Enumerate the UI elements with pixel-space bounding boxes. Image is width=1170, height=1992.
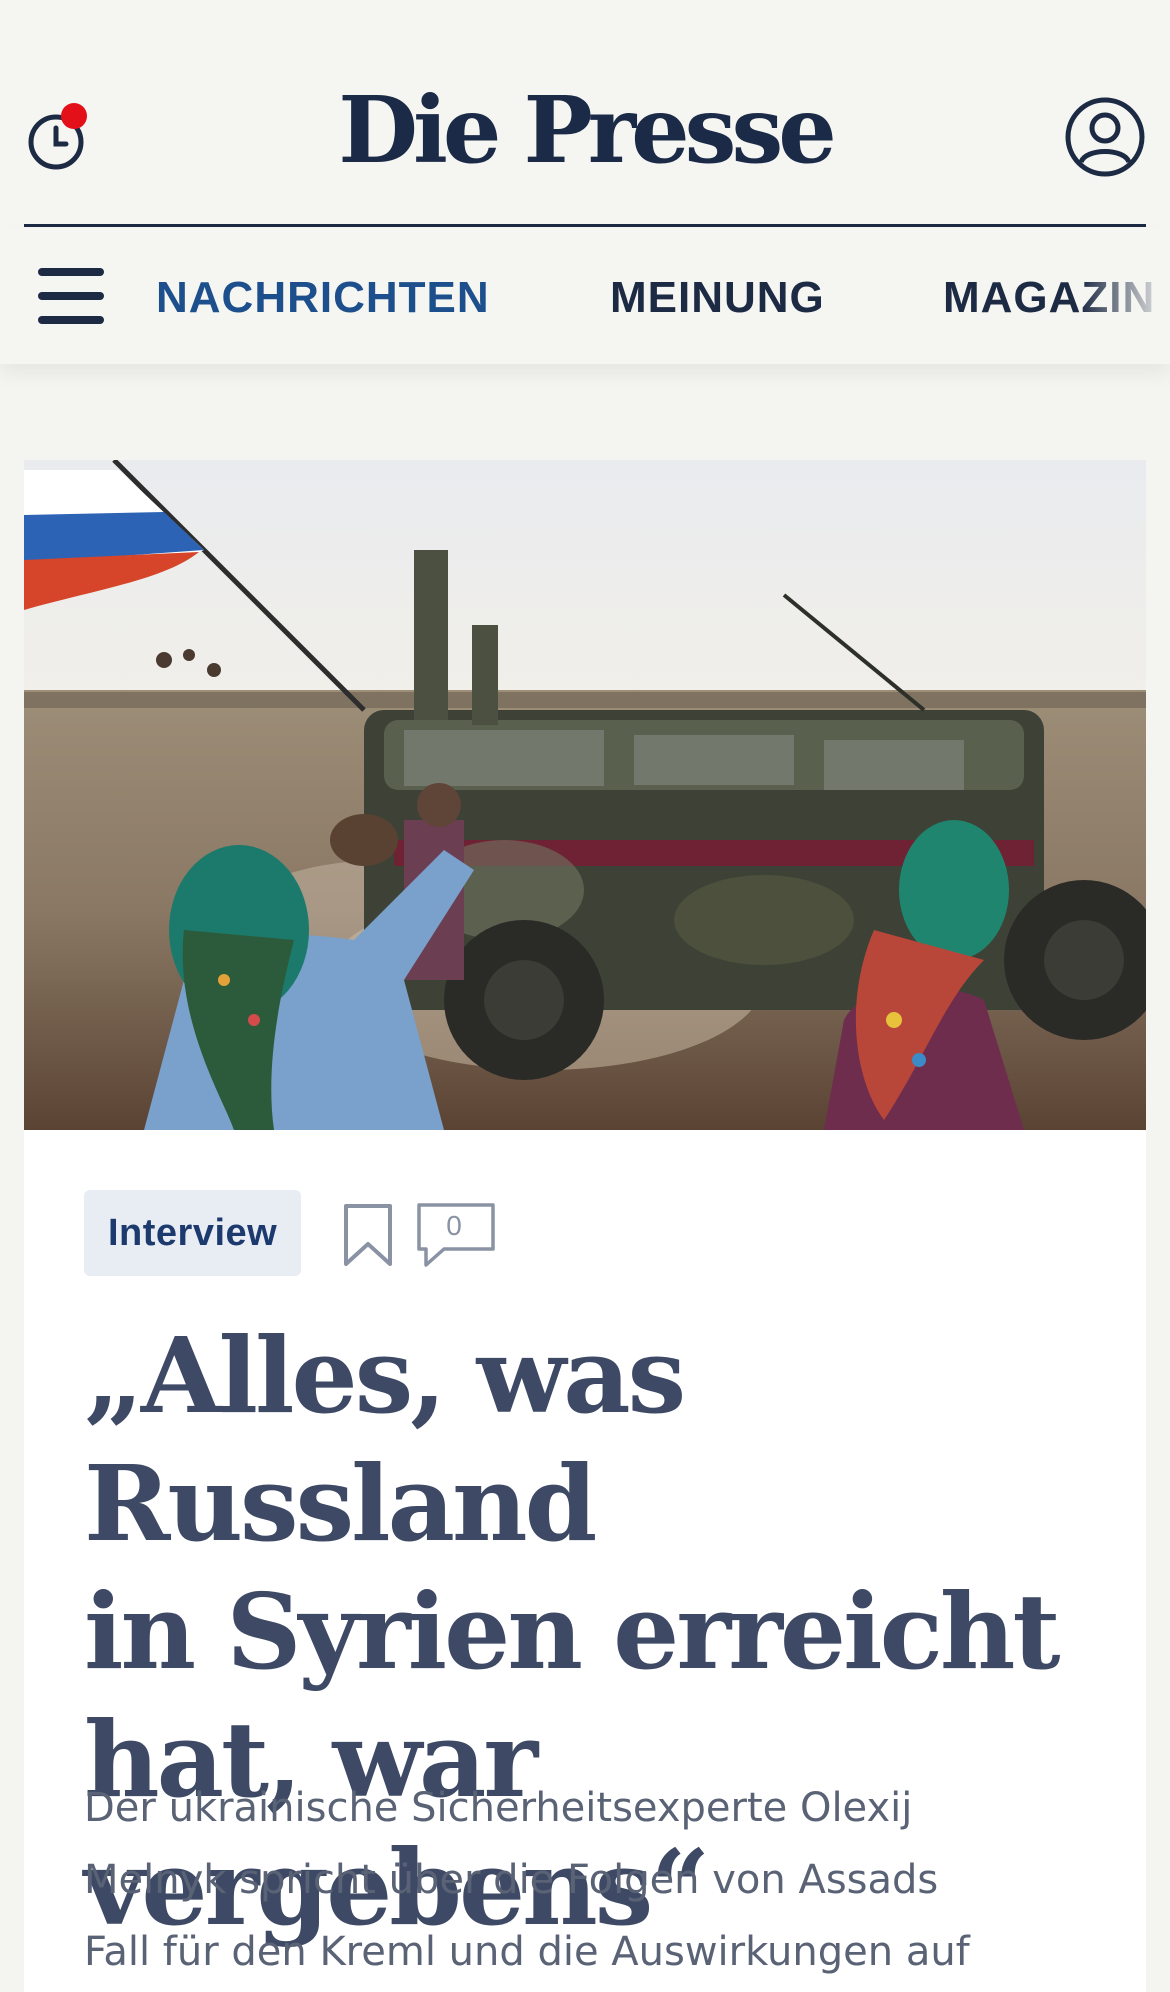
nav-item-meinung[interactable]: MEINUNG bbox=[610, 272, 825, 324]
account-button[interactable] bbox=[1064, 96, 1146, 178]
bookmark-icon bbox=[344, 1204, 392, 1266]
header-divider bbox=[24, 224, 1146, 227]
nav-item-nachrichten[interactable]: NACHRICHTEN bbox=[156, 272, 490, 324]
site-logo[interactable]: Die Presse bbox=[0, 80, 1170, 180]
hamburger-menu-icon[interactable] bbox=[38, 268, 106, 324]
article-teaser[interactable]: Interview 0 „Alles, was Russland in Syri… bbox=[24, 460, 1146, 1992]
category-tag[interactable]: Interview bbox=[84, 1190, 302, 1276]
comment-count: 0 bbox=[446, 1210, 462, 1241]
user-account-icon bbox=[1065, 97, 1145, 177]
headline-line: in Syrien erreicht bbox=[84, 1570, 1061, 1693]
lead-line: Der ukrainische Sicherheitsexperte Olexi… bbox=[84, 1785, 913, 1831]
lead-line: Fall für den Kreml und die Auswirkungen … bbox=[84, 1929, 970, 1975]
headline-line: „Alles, was Russland bbox=[84, 1314, 686, 1565]
lead-line: Melnyk spricht über die Folgen von Assad… bbox=[84, 1857, 939, 1903]
hero-photo[interactable] bbox=[24, 460, 1146, 1130]
main-navigation: NACHRICHTEN MEINUNG MAGAZIN bbox=[0, 228, 1170, 364]
nav-scroll-fade bbox=[1080, 228, 1170, 364]
comments-button[interactable]: 0 bbox=[416, 1202, 498, 1268]
top-header: Die Presse bbox=[0, 0, 1170, 228]
bookmark-button[interactable] bbox=[342, 1202, 394, 1268]
article-lead: Der ukrainische Sicherheitsexperte Olexi… bbox=[84, 1772, 1114, 1988]
